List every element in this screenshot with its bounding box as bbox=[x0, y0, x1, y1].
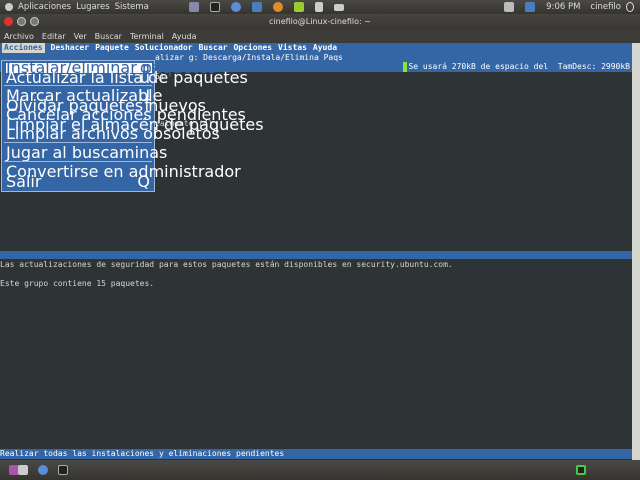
maximize-button[interactable] bbox=[30, 17, 39, 26]
firefox-icon[interactable] bbox=[272, 2, 283, 12]
menu-paquete[interactable]: Paquete bbox=[95, 43, 129, 53]
menu-item-salir[interactable]: Salir Q bbox=[6, 173, 152, 189]
menu-sistema[interactable]: Sistema bbox=[115, 2, 149, 12]
menu-ver[interactable]: Ver bbox=[74, 32, 87, 41]
info-text: Este grupo contiene 15 paquetes. bbox=[0, 279, 155, 288]
clock[interactable]: 9:06 PM bbox=[546, 2, 580, 12]
menu-solucionador[interactable]: Solucionador bbox=[135, 43, 193, 53]
menu-deshacer[interactable]: Deshacer bbox=[51, 43, 90, 53]
workspace-icon[interactable] bbox=[504, 2, 515, 12]
aptitude-menubar: Acciones Deshacer Paquete Solucionador B… bbox=[0, 43, 632, 53]
window-titlebar: cinefilo@Linux-cinefilo: ~ bbox=[0, 14, 640, 29]
menu-acciones[interactable]: Acciones bbox=[2, 43, 45, 53]
menu-aplicaciones[interactable]: Aplicaciones bbox=[18, 2, 71, 12]
bottom-status: Realizar todas las instalaciones y elimi… bbox=[0, 449, 632, 459]
workspace-switcher-icon[interactable] bbox=[576, 465, 586, 475]
menu-ayuda-apt[interactable]: Ayuda bbox=[313, 43, 337, 53]
acciones-dropdown: Instalar/eliminar paquetes g Actualizar l… bbox=[1, 60, 264, 192]
pane-divider[interactable] bbox=[0, 251, 632, 259]
drive-icon[interactable] bbox=[18, 465, 28, 475]
menu-lugares[interactable]: Lugares bbox=[76, 2, 110, 12]
menu-ayuda[interactable]: Ayuda bbox=[172, 32, 197, 41]
menu-buscar[interactable]: Buscar bbox=[95, 32, 122, 41]
menu-item-actualizar-lista[interactable]: Actualizar la lista de paquetes u bbox=[6, 69, 248, 85]
browser-task-icon[interactable] bbox=[38, 465, 48, 475]
menu-terminal[interactable]: Terminal bbox=[130, 32, 164, 41]
menu-vistas[interactable]: Vistas bbox=[278, 43, 307, 53]
text-editor-icon[interactable] bbox=[188, 2, 199, 12]
browser-icon[interactable] bbox=[230, 2, 241, 12]
terminal-launcher-icon[interactable] bbox=[209, 2, 220, 12]
menu-archivo[interactable]: Archivo bbox=[4, 32, 34, 41]
update-icon[interactable] bbox=[525, 2, 536, 12]
app-icon[interactable] bbox=[293, 2, 304, 12]
menu-editar[interactable]: Editar bbox=[42, 32, 66, 41]
menu-buscar-apt[interactable]: Buscar bbox=[199, 43, 228, 53]
menu-item-buscaminas[interactable]: Jugar al buscaminas bbox=[6, 145, 167, 161]
network-icon[interactable] bbox=[251, 2, 262, 12]
user-name[interactable]: cinefilo bbox=[590, 2, 621, 12]
menu-item-limpiar-obsoletos[interactable]: Limpiar archivos obsoletos bbox=[6, 126, 220, 142]
top-panel: Aplicaciones Lugares Sistema 9:06 PM cin… bbox=[0, 0, 640, 14]
scrollbar[interactable] bbox=[632, 43, 640, 460]
terminal-task-icon[interactable] bbox=[58, 465, 68, 475]
menu-opciones[interactable]: Opciones bbox=[233, 43, 272, 53]
window-title: cinefilo@Linux-cinefilo: ~ bbox=[269, 17, 371, 26]
ubuntu-logo-icon bbox=[5, 3, 13, 11]
power-icon[interactable] bbox=[626, 2, 634, 12]
bottom-taskbar bbox=[0, 460, 640, 480]
close-button[interactable] bbox=[4, 17, 13, 26]
terminal-menubar: Archivo Editar Ver Buscar Terminal Ayuda bbox=[0, 29, 640, 43]
mail-icon[interactable] bbox=[333, 3, 344, 11]
download-status: Se usará 270kB de espacio del TamDesc: 2… bbox=[403, 62, 630, 72]
minimize-button[interactable] bbox=[17, 17, 26, 26]
info-text: Las actualizaciones de seguridad para es… bbox=[0, 260, 453, 269]
volume-icon[interactable] bbox=[314, 2, 323, 12]
